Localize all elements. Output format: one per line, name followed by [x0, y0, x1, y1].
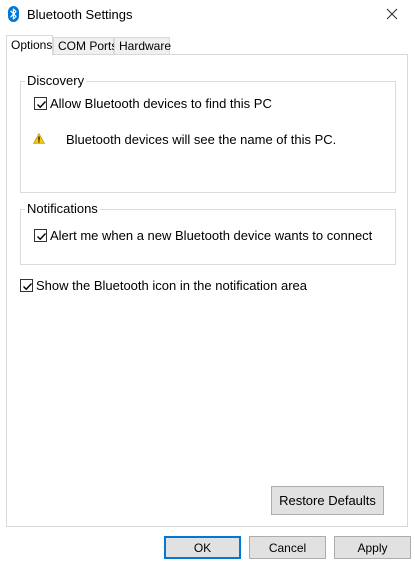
warning-icon	[32, 132, 46, 144]
cancel-button[interactable]: Cancel	[249, 536, 326, 559]
ok-label: OK	[193, 540, 212, 555]
show-tray-icon-label: Show the Bluetooth icon in the notificat…	[36, 278, 308, 293]
notifications-group: Notifications Alert me when a new Blueto…	[20, 201, 396, 265]
allow-discovery-checkbox-row[interactable]: Allow Bluetooth devices to find this PC	[34, 96, 272, 111]
tab-options[interactable]: Options	[6, 35, 53, 55]
title-bar: Bluetooth Settings	[0, 0, 415, 30]
show-tray-icon-checkbox-row[interactable]: Show the Bluetooth icon in the notificat…	[20, 278, 307, 293]
window-title: Bluetooth Settings	[27, 7, 133, 22]
alert-new-device-checkbox-row[interactable]: Alert me when a new Bluetooth device wan…	[34, 228, 372, 243]
close-button[interactable]	[369, 0, 415, 30]
alert-new-device-label: Alert me when a new Bluetooth device wan…	[50, 228, 373, 243]
ok-button[interactable]: OK	[164, 536, 241, 559]
tab-options-label: Options	[11, 38, 53, 52]
allow-discovery-checkbox[interactable]	[34, 97, 47, 110]
tab-hardware[interactable]: Hardware	[114, 37, 172, 54]
discovery-legend: Discovery	[25, 73, 87, 88]
notifications-legend: Notifications	[25, 201, 100, 216]
bluetooth-settings-dialog: Bluetooth Settings Options COM Ports Har…	[0, 0, 415, 565]
restore-defaults-button[interactable]: Restore Defaults	[271, 486, 384, 515]
close-icon	[386, 8, 398, 23]
cancel-label: Cancel	[268, 540, 307, 555]
restore-defaults-label: Restore Defaults	[279, 493, 376, 508]
tab-hardware-label: Hardware	[119, 39, 172, 53]
alert-new-device-checkbox[interactable]	[34, 229, 47, 242]
apply-label: Apply	[357, 540, 388, 555]
discovery-group: Discovery Allow Bluetooth devices to fin…	[20, 73, 396, 193]
discovery-warning-text: Bluetooth devices will see the name of t…	[66, 132, 337, 147]
apply-button[interactable]: Apply	[334, 536, 411, 559]
allow-discovery-label: Allow Bluetooth devices to find this PC	[50, 96, 272, 111]
show-tray-icon-checkbox[interactable]	[20, 279, 33, 292]
options-panel: Discovery Allow Bluetooth devices to fin…	[6, 54, 408, 527]
bluetooth-icon	[8, 6, 19, 22]
tab-com-ports-label: COM Ports	[58, 39, 118, 53]
tab-com-ports[interactable]: COM Ports	[53, 37, 118, 54]
